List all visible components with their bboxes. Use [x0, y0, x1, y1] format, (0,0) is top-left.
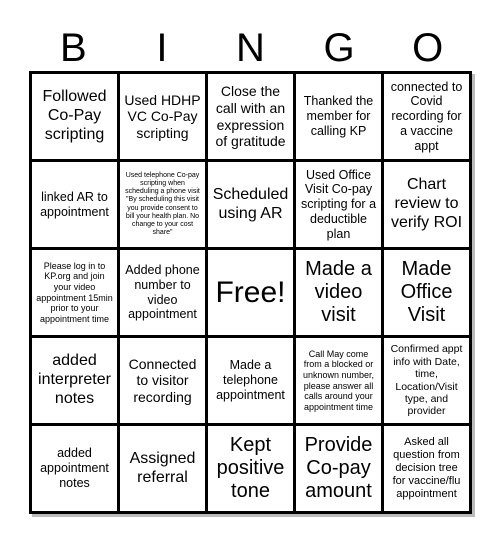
header-letter-i: I	[156, 26, 168, 70]
bingo-cell[interactable]: connected to Covid recording for a vacci…	[384, 74, 469, 159]
bingo-cell[interactable]: Thanked the member for calling KP	[296, 74, 381, 159]
bingo-cell[interactable]: Kept positive tone	[208, 426, 293, 511]
free-space[interactable]: Free!	[208, 250, 293, 335]
bingo-cell[interactable]: Confirmed appt info with Date, time, Loc…	[384, 338, 469, 423]
header-letter-n: N	[236, 26, 265, 70]
bingo-cell[interactable]: added appointment notes	[32, 426, 117, 511]
bingo-cell[interactable]: Asked all question from decision tree fo…	[384, 426, 469, 511]
bingo-cell[interactable]: Assigned referral	[120, 426, 205, 511]
bingo-cell[interactable]: Used telephone Co-pay scripting when sch…	[120, 162, 205, 247]
bingo-cell[interactable]: Followed Co-Pay scripting	[32, 74, 117, 159]
bingo-cell[interactable]: Call May come from a blocked or unknown …	[296, 338, 381, 423]
bingo-cell[interactable]: Chart review to verify ROI	[384, 162, 469, 247]
bingo-cell[interactable]: Used HDHP VC Co-Pay scripting	[120, 74, 205, 159]
bingo-cell[interactable]: Provide Co-pay amount	[296, 426, 381, 511]
bingo-cell[interactable]: Added phone number to video appointment	[120, 250, 205, 335]
bingo-cell[interactable]: Please log in to KP.org and join your vi…	[32, 250, 117, 335]
header-letter-g: G	[323, 26, 355, 70]
bingo-cell[interactable]: Made a video visit	[296, 250, 381, 335]
bingo-card: Followed Co-Pay scripting Used HDHP VC C…	[29, 71, 472, 514]
bingo-cell[interactable]: added interpreter notes	[32, 338, 117, 423]
header-letter-b: B	[59, 26, 87, 70]
bingo-cell[interactable]: Scheduled using AR	[208, 162, 293, 247]
bingo-cell[interactable]: Close the call with an expression of gra…	[208, 74, 293, 159]
bingo-cell[interactable]: Made a telephone appointment	[208, 338, 293, 423]
bingo-cell[interactable]: Made Office Visit	[384, 250, 469, 335]
bingo-header: B I N G O	[29, 26, 472, 70]
header-letter-o: O	[412, 26, 444, 70]
bingo-cell[interactable]: linked AR to appointment	[32, 162, 117, 247]
bingo-cell[interactable]: Connected to visitor recording	[120, 338, 205, 423]
bingo-cell[interactable]: Used Office Visit Co-pay scripting for a…	[296, 162, 381, 247]
